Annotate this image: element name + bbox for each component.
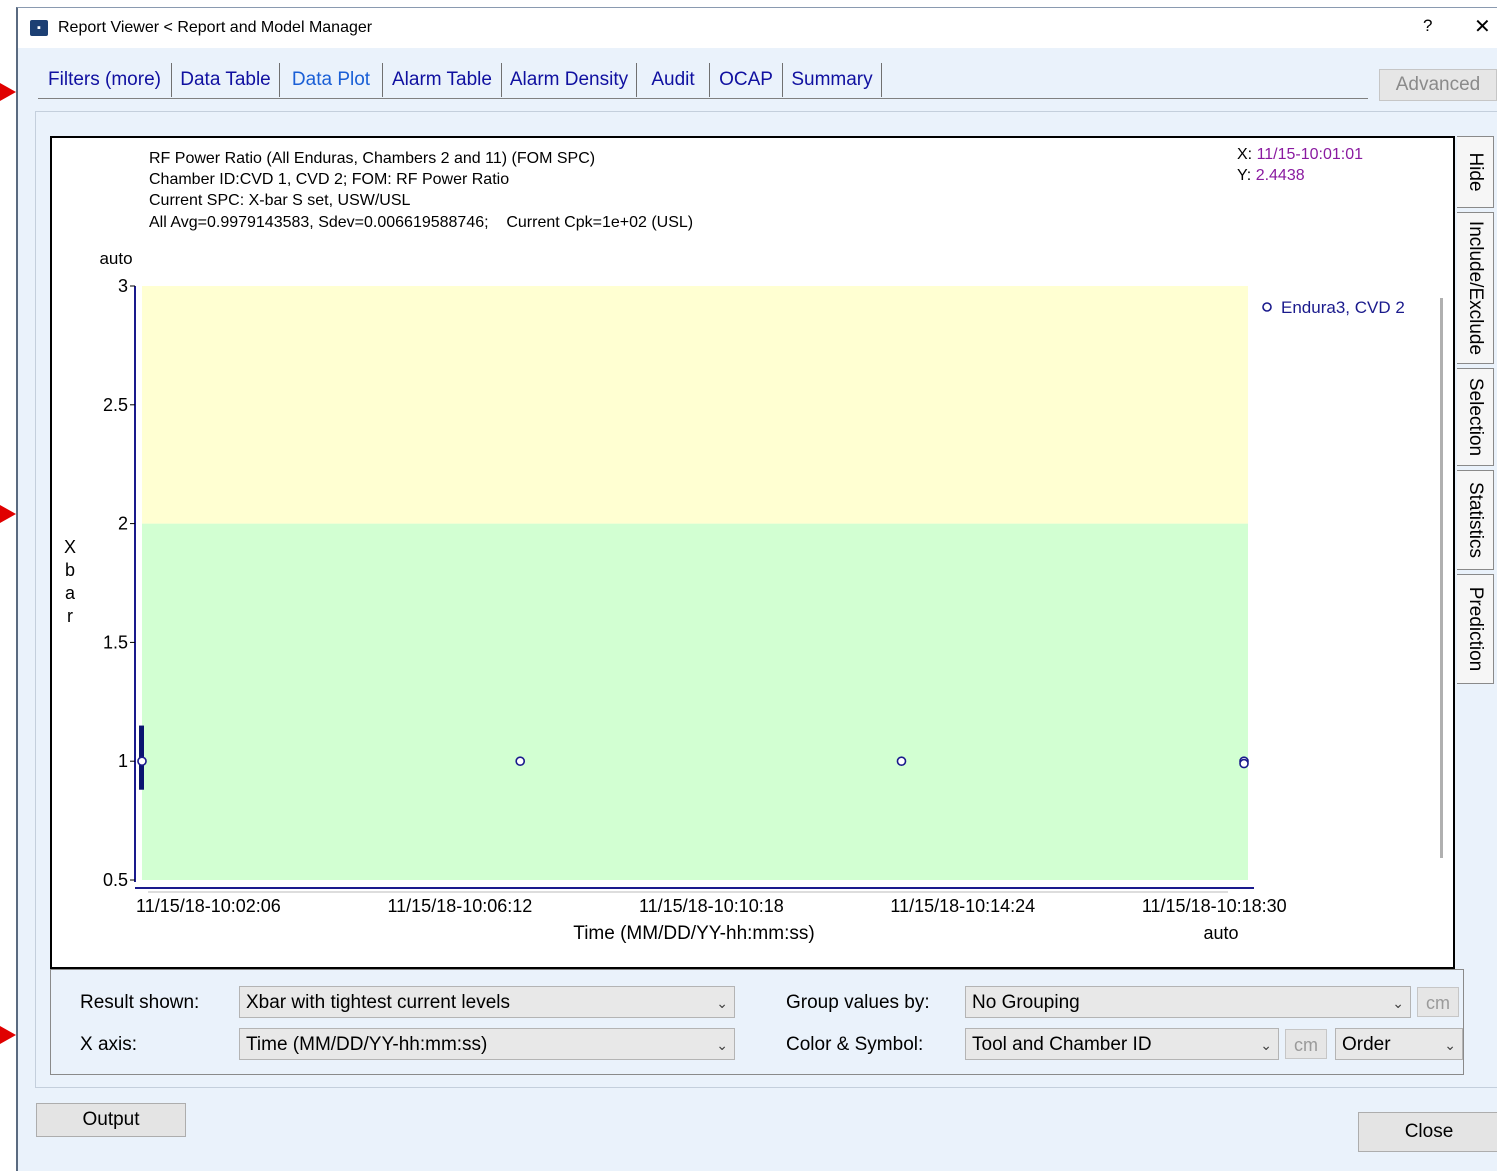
order-value: Order (1342, 1034, 1391, 1055)
group-values-select[interactable]: No Grouping ⌄ (965, 986, 1411, 1018)
y-tick-label: 0.5 (103, 870, 128, 890)
legend-label: Endura3, CVD 2 (1281, 298, 1405, 317)
group-values-value: No Grouping (972, 992, 1080, 1013)
control-zone (142, 523, 1248, 880)
group-values-label: Group values by: (786, 992, 930, 1013)
data-point (515, 756, 526, 767)
output-button[interactable]: Output (36, 1103, 186, 1137)
y-axis-label-char: X (64, 537, 76, 557)
x-tick-label: 11/15/18-10:02:06 (136, 896, 281, 916)
color-cm-button[interactable]: cm (1285, 1029, 1327, 1059)
tab-alarm-table[interactable]: Alarm Table (383, 63, 502, 97)
x-axis-value: Time (MM/DD/YY-hh:mm:ss) (246, 1034, 488, 1055)
x-tick-label: 11/15/18-10:10:18 (639, 896, 784, 916)
x-auto-label: auto (1203, 923, 1238, 943)
data-point (896, 756, 907, 767)
side-tab-label: Selection (1465, 377, 1486, 457)
xbar-chart[interactable]: 0.5 1 1.5 2 2.5 3 11/15/18-10:02:06 11/15/18-10… (52, 138, 1453, 967)
result-shown-label: Result shown: (80, 992, 200, 1013)
tab-data-table[interactable]: Data Table (172, 63, 280, 97)
y-tick-label: 1 (118, 751, 128, 771)
app-icon: ▪ (30, 20, 48, 36)
side-tab-label: Include/Exclude (1465, 220, 1486, 356)
y-axis-label: Xbar (64, 537, 76, 626)
side-tab-label: Prediction (1465, 586, 1486, 672)
x-tick-label: 11/15/18-10:06:12 (387, 896, 532, 916)
side-tab-hide[interactable]: Hide (1457, 136, 1494, 208)
side-tab-include-exclude[interactable]: Include/Exclude (1457, 212, 1494, 364)
tab-data-plot[interactable]: Data Plot (280, 63, 383, 97)
plot-panel[interactable]: RF Power Ratio (All Enduras, Chambers 2 … (50, 136, 1455, 969)
y-tick-label: 1.5 (103, 632, 128, 652)
help-button[interactable]: ? (1423, 16, 1432, 36)
y-axis-label-char: r (67, 606, 73, 626)
y-tick-label: 2 (118, 514, 128, 534)
chevron-down-icon: ⌄ (716, 1037, 728, 1053)
scrollbar-thumb[interactable] (1440, 298, 1443, 858)
plot-controls-panel: Result shown: Xbar with tightest current… (50, 969, 1464, 1075)
advanced-button[interactable]: Advanced (1379, 69, 1497, 101)
chevron-down-icon: ⌄ (716, 995, 728, 1011)
window-title: Report Viewer < Report and Model Manager (58, 19, 373, 36)
result-shown-select[interactable]: Xbar with tightest current levels ⌄ (239, 986, 735, 1018)
side-tab-selection[interactable]: Selection (1457, 368, 1494, 466)
report-viewer-window: ▪ Report Viewer < Report and Model Manag… (16, 7, 1497, 1171)
control-zone (142, 286, 1248, 524)
data-point (137, 756, 147, 767)
annotation-arrow (0, 505, 16, 523)
color-symbol-value: Tool and Chamber ID (972, 1034, 1152, 1055)
x-tick-label: 11/15/18-10:18:30 (1142, 896, 1287, 916)
color-symbol-select[interactable]: Tool and Chamber ID ⌄ (965, 1028, 1279, 1060)
close-button[interactable]: Close (1358, 1112, 1497, 1152)
x-axis-select[interactable]: Time (MM/DD/YY-hh:mm:ss) ⌄ (239, 1028, 735, 1060)
legend-marker (1262, 302, 1272, 312)
title-bar: ▪ Report Viewer < Report and Model Manag… (18, 8, 1497, 48)
y-axis-label-char: a (65, 583, 76, 603)
side-tab-label: Hide (1465, 152, 1486, 192)
tab-divider (38, 98, 1368, 99)
x-axis-label: Time (MM/DD/YY-hh:mm:ss) (573, 923, 814, 944)
chevron-down-icon: ⌄ (1444, 1037, 1456, 1053)
tab-ocap[interactable]: OCAP (710, 63, 783, 97)
side-tab-strip: Hide Include/Exclude Selection Statistic… (1455, 136, 1497, 696)
side-tab-label: Statistics (1465, 481, 1486, 559)
y-auto-label: auto (99, 249, 132, 268)
result-shown-value: Xbar with tightest current levels (246, 992, 511, 1013)
annotation-arrow (0, 1026, 16, 1044)
annotation-arrow (0, 83, 16, 101)
order-select[interactable]: Order ⌄ (1335, 1028, 1463, 1060)
tab-alarm-density[interactable]: Alarm Density (502, 63, 637, 97)
x-axis-select-label: X axis: (80, 1034, 138, 1055)
tab-audit[interactable]: Audit (637, 63, 710, 97)
close-window-button[interactable]: ✕ (1474, 14, 1491, 39)
data-point (1239, 758, 1249, 769)
group-cm-button[interactable]: cm (1417, 987, 1459, 1017)
x-tick-label: 11/15/18-10:14:24 (890, 896, 1035, 916)
tab-summary[interactable]: Summary (783, 63, 882, 97)
y-axis-label-char: b (65, 560, 75, 580)
y-tick-label: 2.5 (103, 395, 128, 415)
tab-filters[interactable]: Filters (more) (38, 63, 172, 97)
side-tab-prediction[interactable]: Prediction (1457, 574, 1494, 684)
color-symbol-label: Color & Symbol: (786, 1034, 924, 1055)
chevron-down-icon: ⌄ (1260, 1037, 1272, 1053)
side-tab-statistics[interactable]: Statistics (1457, 470, 1494, 570)
chevron-down-icon: ⌄ (1392, 995, 1404, 1011)
legend-scrollbar[interactable] (1436, 278, 1446, 878)
y-tick-label: 3 (118, 276, 128, 296)
